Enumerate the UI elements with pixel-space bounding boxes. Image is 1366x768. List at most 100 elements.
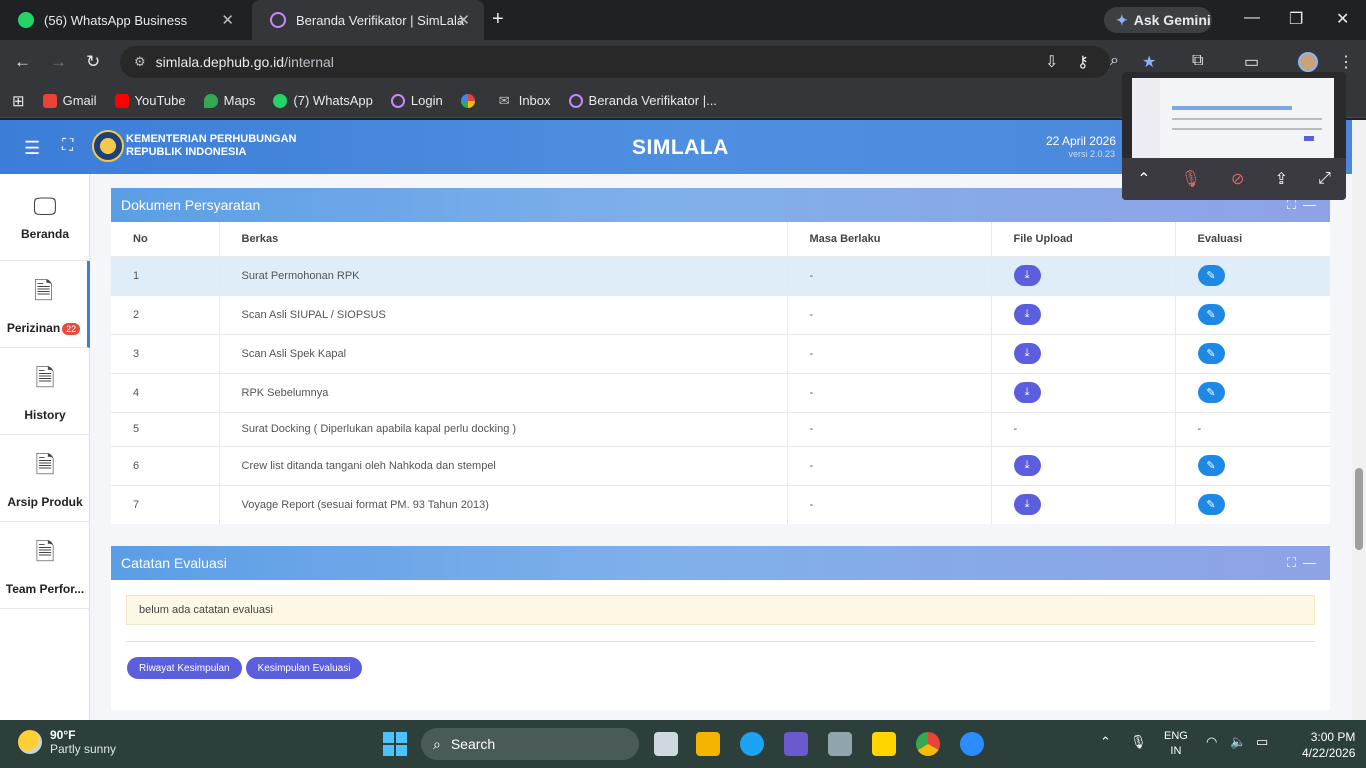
download-icon: ⤓	[1024, 498, 1030, 511]
close-window-icon[interactable]: ✕	[1336, 9, 1349, 29]
battery-icon[interactable]: ▭	[1256, 734, 1268, 750]
password-key-icon[interactable]: ⚷	[1077, 52, 1089, 72]
evaluate-button[interactable]: ✎	[1197, 455, 1225, 476]
download-icon: ⤓	[1024, 269, 1030, 281]
edit-icon: ✎	[1206, 460, 1216, 472]
browser-tab-strip: (56) WhatsApp Business ✕ Beranda Verifik…	[0, 0, 1366, 40]
document-icon: 🗎	[35, 364, 55, 392]
camera-icon[interactable]	[828, 732, 852, 756]
kesimpulan-evaluasi-button[interactable]: Kesimpulan Evaluasi	[245, 657, 363, 679]
sidepanel-icon[interactable]: ▭	[1244, 52, 1259, 72]
edit-icon: ✎	[1206, 270, 1216, 282]
ask-gemini-button[interactable]: ✦ Ask Gemini	[1104, 7, 1212, 33]
forward-icon[interactable]: →	[50, 52, 67, 72]
reload-icon[interactable]: ↻	[86, 52, 100, 72]
documents-panel: Dokumen Persyaratan ⛶ — No Berkas Masa B…	[111, 188, 1330, 524]
document-icon: 🗎	[33, 277, 54, 305]
tab-whatsapp[interactable]: (56) WhatsApp Business ✕	[0, 0, 248, 40]
app-version: versi 2.0.23	[1068, 149, 1115, 159]
chevron-up-icon[interactable]: ⌃	[1137, 169, 1150, 189]
chrome-icon[interactable]	[916, 732, 940, 756]
picture-in-picture-window[interactable]: ⌃ 🎙 ⊘ ⇪ ⤢	[1122, 72, 1346, 200]
sticky-notes-icon[interactable]	[872, 732, 896, 756]
download-button[interactable]: ⤓	[1013, 455, 1041, 476]
page-scrollbar[interactable]	[1352, 120, 1366, 720]
sidebar-item-arsip-produk[interactable]: 🗎 Arsip Produk	[0, 435, 90, 522]
bookmark-verifikator[interactable]: Beranda Verifikator |...	[568, 93, 717, 108]
bookmark-maps[interactable]: Maps	[203, 93, 255, 108]
maximize-icon[interactable]: ❐	[1289, 9, 1303, 29]
sidebar-item-perizinan[interactable]: 🗎 Perizinan 22	[0, 261, 90, 348]
bookmark-login[interactable]: Login	[390, 93, 443, 108]
download-button[interactable]: ⤓	[1013, 265, 1041, 286]
ministry-logo	[92, 130, 124, 162]
mic-tray-icon[interactable]: 🎙	[1130, 734, 1147, 750]
camera-off-icon[interactable]: ⊘	[1231, 169, 1244, 189]
system-clock[interactable]: 3:00 PM 4/22/2026	[1302, 729, 1355, 761]
sidebar-item-history[interactable]: 🗎 History	[0, 348, 90, 435]
site-info-icon[interactable]: ⚙	[134, 54, 146, 70]
edge-icon[interactable]	[740, 732, 764, 756]
taskbar-search[interactable]: ⌕ Search	[421, 728, 639, 760]
apps-grid-icon[interactable]: ⊞	[12, 92, 25, 110]
menu-kebab-icon[interactable]: ⋮	[1338, 52, 1354, 72]
expand-panel-icon[interactable]: ⛶	[1287, 555, 1296, 571]
download-icon: ⤓	[1024, 386, 1030, 398]
mic-off-icon[interactable]: 🎙	[1181, 169, 1201, 189]
wifi-icon[interactable]: ◠	[1206, 734, 1217, 750]
install-app-icon[interactable]: ⇩	[1045, 52, 1058, 72]
bookmark-youtube[interactable]: YouTube	[114, 93, 186, 108]
file-explorer-icon[interactable]	[696, 732, 720, 756]
expand-pip-icon[interactable]: ⤢	[1318, 170, 1331, 188]
new-tab-button[interactable]: +	[492, 8, 504, 31]
minimize-icon[interactable]: —	[1244, 9, 1260, 27]
sidebar-item-beranda[interactable]: 🖵 Beranda	[0, 174, 90, 261]
column-header: Evaluasi	[1197, 232, 1243, 245]
profile-avatar[interactable]	[1298, 52, 1318, 72]
close-tab-icon[interactable]: ✕	[221, 11, 234, 29]
windows-start-icon[interactable]	[383, 732, 407, 756]
share-screen-icon[interactable]: ⇪	[1275, 169, 1288, 189]
tab-simlala[interactable]: Beranda Verifikator | SimLala ✕	[252, 0, 484, 40]
weather-widget[interactable]: 90°F Partly sunny	[18, 728, 116, 756]
column-header: Masa Berlaku	[787, 222, 992, 256]
download-button[interactable]: ⤓	[1013, 343, 1041, 364]
hamburger-menu-icon[interactable]: ☰	[24, 138, 40, 159]
scrollbar-thumb[interactable]	[1355, 468, 1363, 550]
app-icon[interactable]	[784, 732, 808, 756]
documents-table: No Berkas Masa Berlaku File Upload Evalu…	[111, 222, 1330, 524]
evaluate-button[interactable]: ✎	[1197, 343, 1225, 364]
close-tab-icon[interactable]: ✕	[457, 11, 470, 29]
gmail-icon	[42, 93, 57, 108]
perizinan-badge: 22	[62, 322, 81, 335]
volume-icon[interactable]: 🔈	[1230, 734, 1246, 750]
tray-overflow-icon[interactable]: ⌃	[1100, 734, 1111, 750]
evaluate-button[interactable]: ✎	[1197, 265, 1225, 286]
fullscreen-icon[interactable]: ⛶	[62, 137, 73, 155]
language-indicator[interactable]: ENG IN	[1164, 729, 1188, 759]
riwayat-kesimpulan-button[interactable]: Riwayat Kesimpulan	[127, 657, 242, 679]
bookmark-photos[interactable]	[460, 93, 481, 108]
bookmark-whatsapp[interactable]: (7) WhatsApp	[273, 93, 373, 108]
search-icon: ⌕	[433, 735, 441, 752]
extensions-icon[interactable]: ⧉	[1192, 52, 1203, 70]
task-view-icon[interactable]	[654, 732, 678, 756]
zoom-icon[interactable]: ⌕	[1110, 52, 1119, 70]
back-icon[interactable]: ←	[14, 52, 31, 72]
sidebar-item-team-performance[interactable]: 🗎 Team Perfor...	[0, 522, 90, 609]
bookmark-star-icon[interactable]: ★	[1142, 52, 1156, 72]
bookmark-inbox[interactable]: ✉ Inbox	[499, 93, 551, 108]
zoom-app-icon[interactable]	[960, 732, 984, 756]
download-button[interactable]: ⤓	[1013, 494, 1041, 516]
evaluate-button[interactable]: ✎	[1197, 382, 1225, 403]
evaluation-note: belum ada catatan evaluasi	[126, 595, 1315, 625]
download-button[interactable]: ⤓	[1013, 382, 1041, 403]
bookmark-gmail[interactable]: Gmail	[42, 93, 97, 108]
address-bar[interactable]: ⚙ simlala.dephub.go.id/internal	[120, 46, 1110, 78]
download-button[interactable]: ⤓	[1013, 304, 1041, 325]
evaluate-button[interactable]: ✎	[1197, 304, 1225, 325]
evaluation-panel-header: Catatan Evaluasi ⛶ —	[111, 546, 1330, 580]
collapse-panel-icon[interactable]: —	[1303, 555, 1316, 570]
evaluate-button[interactable]: ✎	[1197, 494, 1225, 516]
whatsapp-icon	[273, 93, 288, 108]
